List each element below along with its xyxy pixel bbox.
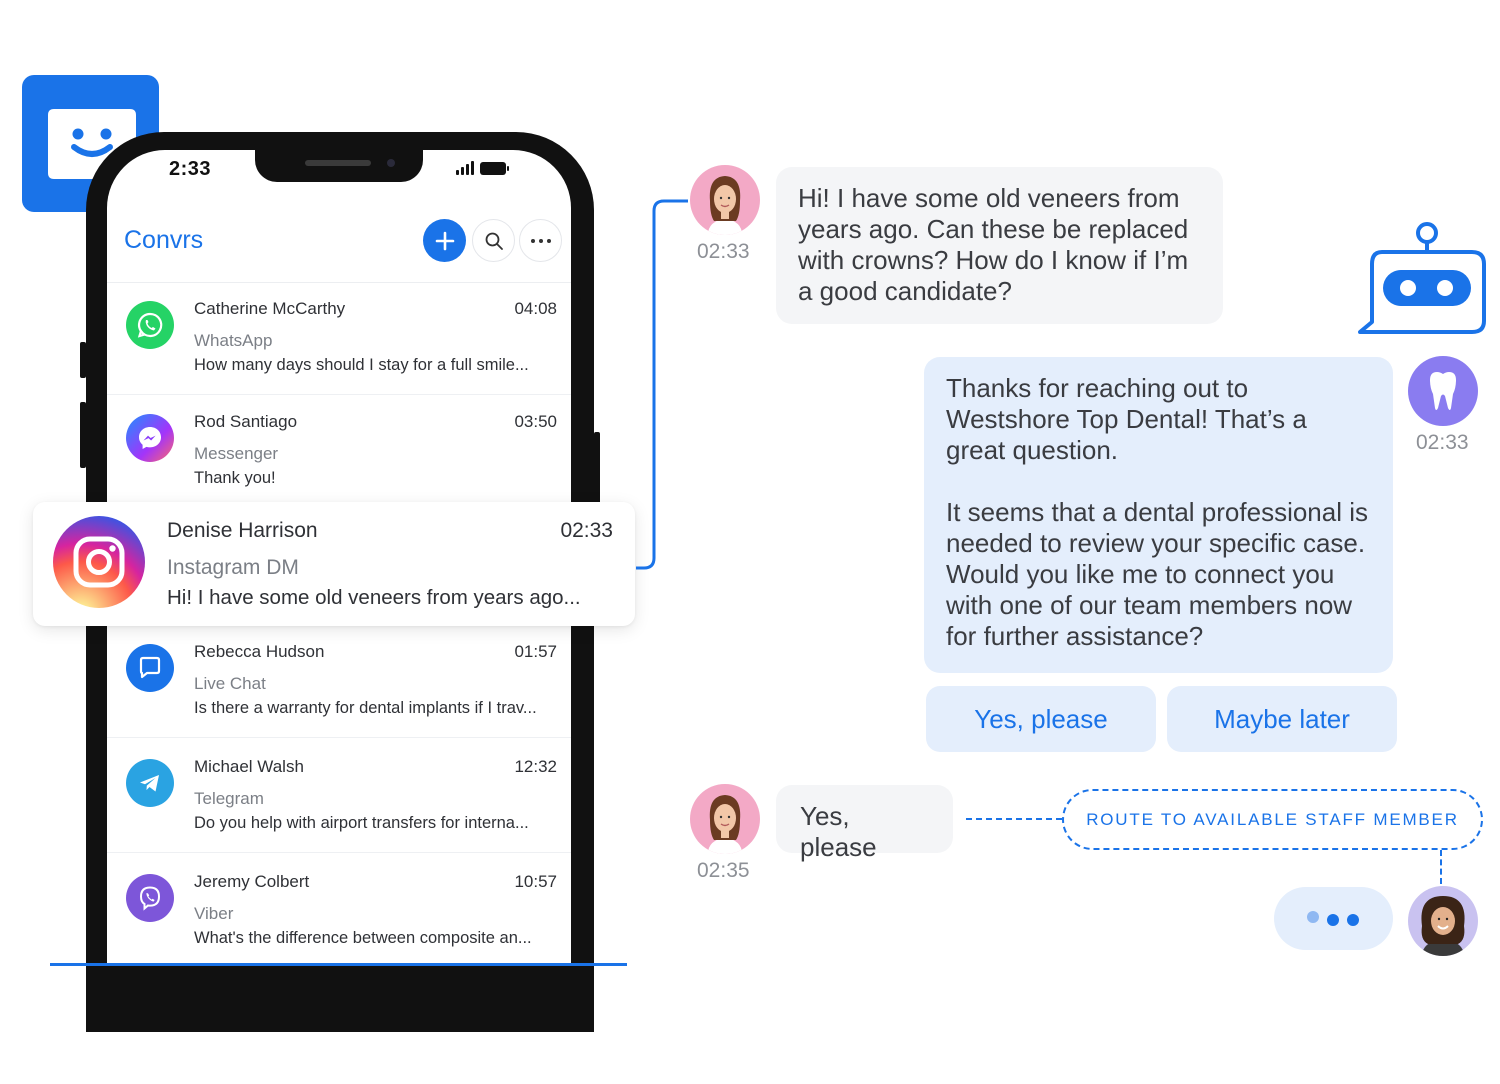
search-icon [485,232,503,250]
bot-message-bubble: Thanks for reaching out to Westshore Top… [924,357,1393,673]
conversation-time: 04:08 [514,299,557,318]
route-connector [1440,850,1442,884]
contact-name: Catherine McCarthy [194,299,346,318]
dental-avatar [1408,356,1478,426]
telegram-icon [126,759,174,807]
customer-reply-bubble: Yes, please [776,785,953,862]
conversation-item[interactable]: Rebecca Hudson 01:57 Live Chat Is there … [107,626,571,738]
conversation-time: 02:33 [560,519,613,542]
conversation-item[interactable]: Michael Walsh 12:32 Telegram Do you help… [107,741,571,853]
phone-notch [255,150,423,182]
channel-label: Live Chat [194,674,266,693]
message-timestamp: 02:33 [697,240,750,263]
message-preview: Thank you! [194,469,276,487]
search-button[interactable] [472,219,515,262]
bot-message-intro: Thanks for reaching out to Westshore Top… [946,373,1307,465]
connector-line [636,199,688,570]
message-preview: Hi! I have some old veneers from years a… [167,586,581,609]
plus-icon [435,231,454,250]
message-preview: Do you help with airport transfers for i… [194,814,529,832]
divider-line [50,963,627,966]
route-label: ROUTE TO AVAILABLE STAFF MEMBER [1062,789,1483,850]
customer-avatar [690,165,760,235]
tooth-icon [1430,372,1456,410]
signal-icon [456,161,474,175]
conversation-time: 10:57 [514,872,557,891]
conversation-item[interactable]: Catherine McCarthy 04:08 WhatsApp How ma… [107,283,571,395]
bot-icon [1358,222,1486,334]
channel-label: Telegram [194,789,264,808]
bot-message-body: It seems that a dental professional is n… [946,497,1369,651]
message-preview: How many days should I stay for a full s… [194,356,529,374]
route-connector [966,818,1062,820]
status-time: 2:33 [169,158,212,180]
contact-name: Rebecca Hudson [194,642,325,661]
more-icon [530,238,551,243]
battery-icon [480,162,509,175]
viber-icon [126,874,174,922]
new-conversation-button[interactable] [423,219,466,262]
channel-label: Instagram DM [167,556,299,579]
message-timestamp: 02:33 [1416,431,1469,454]
message-timestamp: 02:35 [697,859,750,882]
instagram-icon [53,516,145,608]
quick-reply-yes-button[interactable]: Yes, please [926,686,1156,752]
conversation-time: 12:32 [514,757,557,776]
app-title: Convrs [124,226,204,254]
conversation-time: 03:50 [514,412,557,431]
staff-avatar [1408,886,1478,956]
contact-name: Jeremy Colbert [194,872,310,891]
featured-conversation[interactable]: Denise Harrison 02:33 Instagram DM Hi! I… [33,502,635,626]
conversation-item[interactable]: Jeremy Colbert 10:57 Viber What's the di… [107,856,571,968]
more-button[interactable] [519,219,562,262]
messenger-icon [126,414,174,462]
conversation-item[interactable]: Rod Santiago 03:50 Messenger Thank you! [107,396,571,508]
contact-name: Rod Santiago [194,412,298,431]
customer-avatar [690,784,760,854]
channel-label: Viber [194,904,234,923]
message-preview: What's the difference between composite … [194,929,532,947]
customer-message-bubble: Hi! I have some old veneers from years a… [776,167,1223,324]
channel-label: Messenger [194,444,279,463]
conversation-time: 01:57 [514,642,557,661]
status-icons [456,161,509,175]
quick-reply-later-button[interactable]: Maybe later [1167,686,1397,752]
channel-label: WhatsApp [194,331,273,350]
whatsapp-icon [126,301,174,349]
live-chat-icon [126,644,174,692]
typing-indicator [1274,887,1393,950]
message-preview: Is there a warranty for dental implants … [194,699,537,717]
contact-name: Michael Walsh [194,757,304,776]
contact-name: Denise Harrison [167,519,318,542]
